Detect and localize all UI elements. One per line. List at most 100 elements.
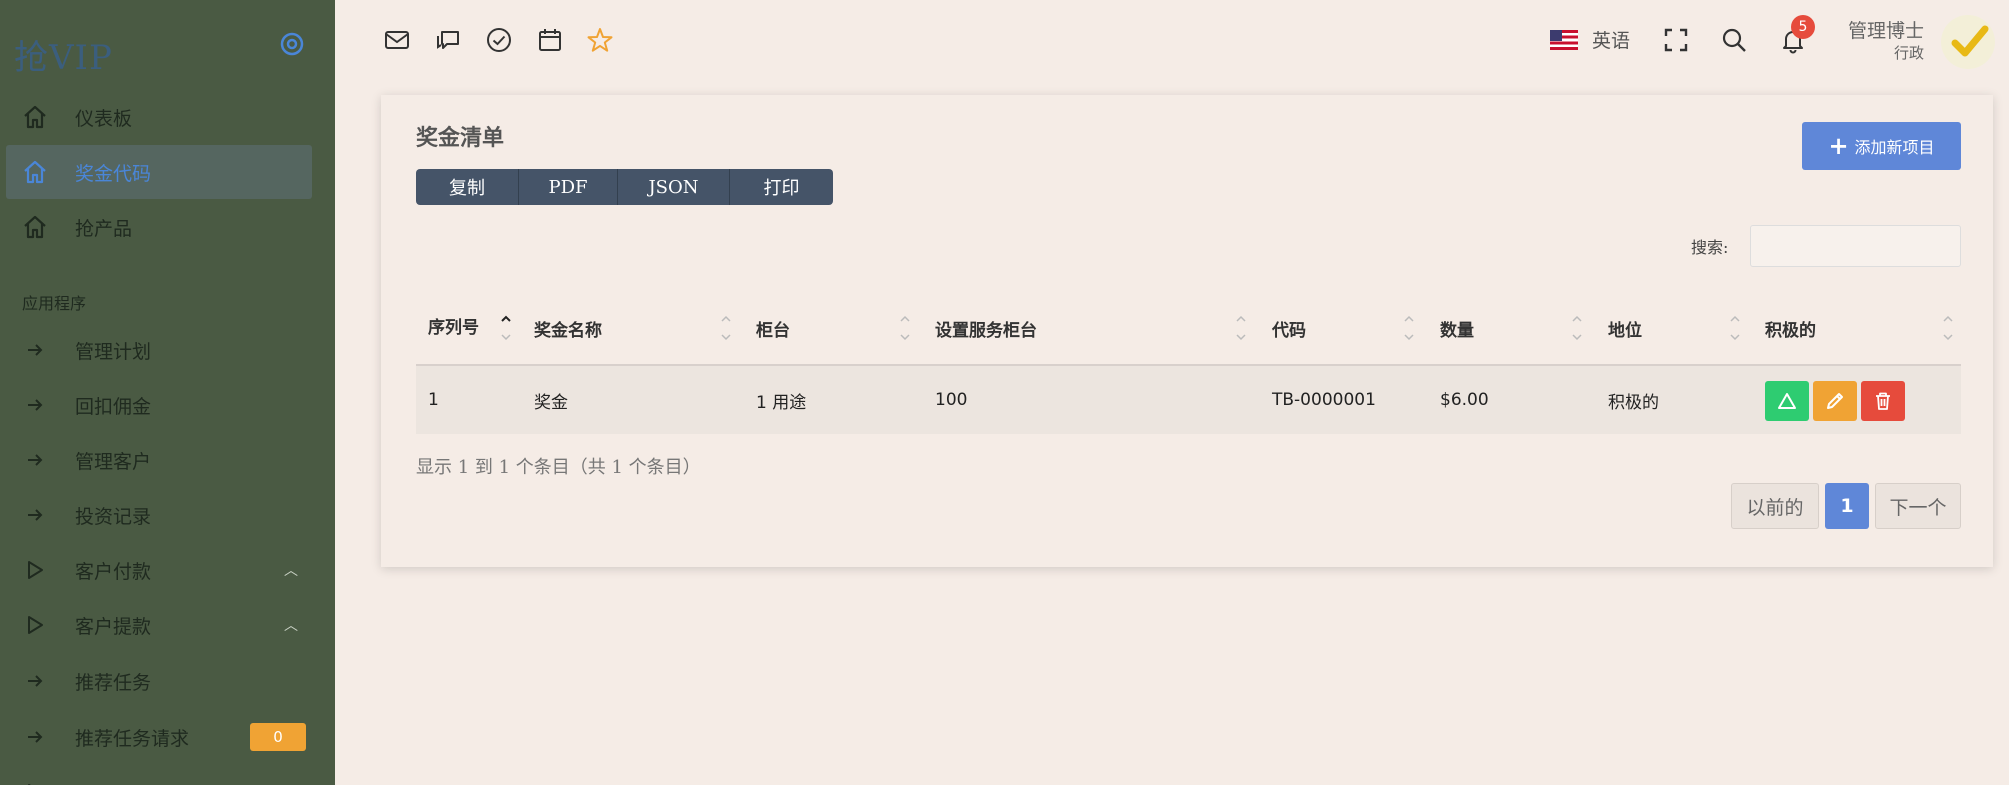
cell-service-counter: 100 xyxy=(935,390,968,410)
avatar[interactable] xyxy=(1941,15,1995,69)
edit-button[interactable] xyxy=(1813,381,1857,421)
pencil-icon xyxy=(1827,393,1843,409)
chat-icon[interactable] xyxy=(434,26,462,54)
print-button[interactable]: 打印 xyxy=(730,169,833,205)
triangle-icon xyxy=(1778,393,1796,409)
play-icon xyxy=(22,557,48,583)
pagination-page-1[interactable]: 1 xyxy=(1825,483,1869,529)
sidebar-item-manage-plans[interactable]: 管理计划 xyxy=(6,323,312,377)
sidebar-item-referral-tasks[interactable]: 推荐任务 xyxy=(6,654,312,708)
arrow-right-icon xyxy=(22,502,48,528)
sort-icon[interactable] xyxy=(1403,310,1415,346)
user-name[interactable]: 管理博士 xyxy=(1848,16,1924,43)
sidebar-item-label: 管理客户 xyxy=(75,450,152,473)
sidebar-section-title: 应用程序 xyxy=(22,294,87,313)
sort-icon[interactable] xyxy=(899,310,911,346)
column-header-service-counter[interactable]: 设置服务柜台 xyxy=(935,290,1037,366)
copy-button[interactable]: 复制 xyxy=(416,169,519,205)
sort-icon[interactable] xyxy=(1235,310,1247,346)
column-header-status[interactable]: 地位 xyxy=(1608,290,1642,366)
notification-count-badge: 5 xyxy=(1791,15,1815,39)
column-header-counter[interactable]: 柜台 xyxy=(756,290,790,366)
chevron-up-icon: ︿ xyxy=(284,618,298,634)
target-icon[interactable] xyxy=(278,30,306,58)
arrow-right-icon xyxy=(22,724,48,750)
delete-button[interactable] xyxy=(1861,381,1905,421)
search-icon[interactable] xyxy=(1720,26,1748,54)
sidebar: 抢VIP 仪表板 奖金代码 抢产品 应用程序 管理计划 回扣佣金 管理客户 投资… xyxy=(0,0,335,785)
column-header-bonus-name[interactable]: 奖金名称 xyxy=(534,290,602,366)
column-header-code[interactable]: 代码 xyxy=(1272,290,1306,366)
sidebar-item-bonus-code[interactable]: 奖金代码 xyxy=(6,145,312,199)
language-label: 英语 xyxy=(1592,30,1631,52)
column-header-amount[interactable]: 数量 xyxy=(1440,290,1474,366)
play-icon xyxy=(22,612,48,638)
sidebar-item-manage-customers[interactable]: 管理客户 xyxy=(6,433,312,487)
pagination-next-button[interactable]: 下一个 xyxy=(1875,483,1961,529)
sort-icon[interactable] xyxy=(1942,310,1954,346)
sort-icon[interactable] xyxy=(1729,310,1741,346)
user-role: 行政 xyxy=(1893,44,1924,62)
sidebar-item-partial[interactable] xyxy=(6,766,312,785)
sidebar-item-dashboard[interactable]: 仪表板 xyxy=(6,90,312,144)
sidebar-item-investment-records[interactable]: 投资记录 xyxy=(6,488,312,542)
play-icon xyxy=(22,780,48,785)
trash-icon xyxy=(1876,392,1890,410)
sidebar-item-label: 客户提款 xyxy=(75,615,152,638)
sidebar-item-rebate-commission[interactable]: 回扣佣金 xyxy=(6,378,312,432)
arrow-right-icon xyxy=(22,668,48,694)
sort-icon[interactable] xyxy=(720,310,732,346)
home-icon xyxy=(22,214,48,240)
sidebar-item-label: 推荐任务请求 xyxy=(75,727,190,750)
sidebar-item-label: 推荐任务 xyxy=(75,671,152,694)
sidebar-item-grab-product[interactable]: 抢产品 xyxy=(6,200,312,254)
mail-icon[interactable] xyxy=(383,26,411,54)
plus-icon: + xyxy=(1828,131,1849,160)
column-header-active[interactable]: 积极的 xyxy=(1765,290,1816,366)
add-new-item-button[interactable]: + 添加新项目 xyxy=(1802,122,1961,170)
sidebar-item-label: 客户付款 xyxy=(75,560,152,583)
export-button-group: 复制 PDF JSON 打印 xyxy=(416,169,833,205)
arrow-right-icon xyxy=(22,392,48,418)
page-title: 奖金清单 xyxy=(416,125,505,151)
activate-button[interactable] xyxy=(1765,381,1809,421)
check-circle-icon[interactable] xyxy=(485,26,513,54)
sidebar-item-referral-task-requests[interactable]: 推荐任务请求 0 xyxy=(6,710,312,764)
bonus-table: 序列号 奖金名称 柜台 设置服务柜台 代码 数量 地位 积极的 1 奖金 1 用… xyxy=(416,290,1961,434)
column-header-serial[interactable]: 序列号 xyxy=(428,290,488,366)
count-badge: 0 xyxy=(250,723,306,751)
search-label: 搜索: xyxy=(1691,238,1729,257)
table-info: 显示 1 到 1 个条目（共 1 个条目） xyxy=(416,457,701,478)
arrow-right-icon xyxy=(22,447,48,473)
home-icon xyxy=(22,159,48,185)
home-icon xyxy=(22,104,48,130)
sidebar-item-label: 回扣佣金 xyxy=(75,395,152,418)
sidebar-item-label: 仪表板 xyxy=(75,107,133,130)
sort-asc-icon[interactable] xyxy=(500,310,512,346)
brand-logo[interactable]: 抢VIP xyxy=(14,30,113,79)
chevron-up-icon: ︿ xyxy=(284,563,298,579)
sidebar-item-customer-payments[interactable]: 客户付款 ︿ xyxy=(6,543,312,597)
json-button[interactable]: JSON xyxy=(618,169,730,205)
sidebar-item-label: 奖金代码 xyxy=(75,162,152,185)
fullscreen-icon[interactable] xyxy=(1662,26,1690,54)
star-icon[interactable] xyxy=(586,26,614,54)
pdf-button[interactable]: PDF xyxy=(519,169,618,205)
cell-code: TB-0000001 xyxy=(1272,390,1376,410)
sidebar-item-customer-withdrawals[interactable]: 客户提款 ︿ xyxy=(6,598,312,652)
search-input[interactable] xyxy=(1750,225,1961,267)
cell-bonus-name: 奖金 xyxy=(534,392,568,413)
pagination-prev-button[interactable]: 以前的 xyxy=(1731,483,1819,529)
arrow-right-icon xyxy=(22,337,48,363)
sidebar-item-label: 管理计划 xyxy=(75,340,152,363)
sidebar-item-label: 投资记录 xyxy=(75,505,152,528)
cell-counter: 1 用途 xyxy=(756,392,807,413)
calendar-icon[interactable] xyxy=(536,26,564,54)
sort-icon[interactable] xyxy=(1571,310,1583,346)
bonus-list-card: 奖金清单 复制 PDF JSON 打印 + 添加新项目 搜索: 序列号 奖金名称… xyxy=(381,95,1993,567)
sidebar-item-label: 抢产品 xyxy=(75,217,133,240)
us-flag-icon xyxy=(1550,29,1578,50)
add-button-label: 添加新项目 xyxy=(1854,138,1935,157)
language-selector[interactable]: 英语 xyxy=(1550,26,1630,53)
cell-serial: 1 xyxy=(428,390,439,410)
